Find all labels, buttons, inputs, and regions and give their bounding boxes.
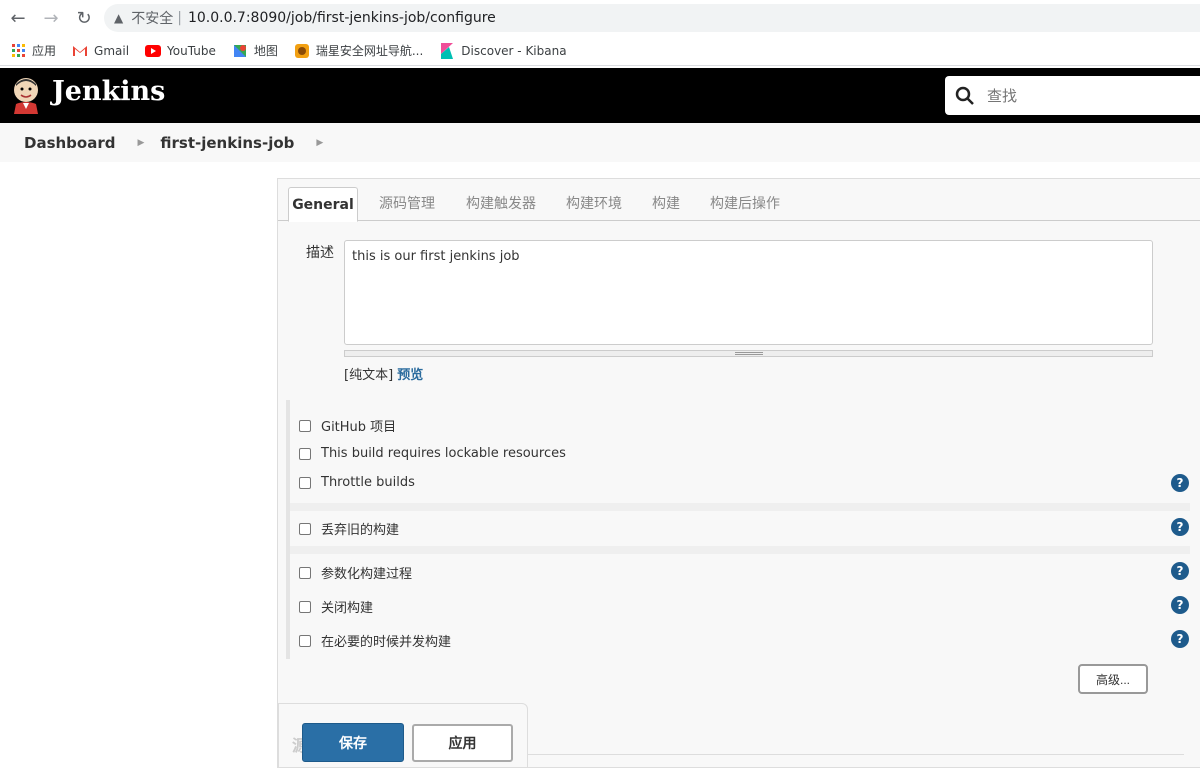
bookmark-label: 瑞星安全网址导航... — [315, 44, 424, 58]
tab-build-environment[interactable]: 构建环境 — [558, 187, 630, 221]
bookmarks-bar: 应用 Gmail YouTube 地图 瑞星安全网址导航... Discover… — [0, 36, 1200, 66]
grip-handle-icon — [735, 352, 763, 355]
description-input[interactable]: this is our first jenkins job — [344, 240, 1153, 345]
checkbox[interactable] — [299, 566, 311, 579]
jenkins-butler-logo-icon[interactable] — [10, 76, 42, 114]
breadcrumb-job[interactable]: first-jenkins-job — [160, 134, 294, 152]
textarea-resize-grip[interactable] — [344, 350, 1153, 357]
bookmark-label: YouTube — [167, 43, 216, 58]
option-parameterized[interactable]: 参数化构建过程 — [299, 563, 412, 582]
checkbox[interactable] — [299, 476, 311, 489]
option-label: 关闭构建 — [321, 601, 374, 616]
help-icon[interactable]: ? — [1171, 474, 1189, 492]
options-section-bar — [286, 400, 290, 659]
checkbox[interactable] — [299, 522, 311, 535]
bookmark-youtube[interactable]: YouTube — [145, 43, 216, 59]
bookmark-label: Discover - Kibana — [461, 43, 567, 58]
bookmark-gmail[interactable]: Gmail — [72, 43, 129, 59]
checkbox[interactable] — [299, 447, 311, 460]
option-lockable-resources[interactable]: This build requires lockable resources — [299, 446, 566, 461]
save-button[interactable]: 保存 — [302, 723, 404, 762]
breadcrumb-arrow-icon[interactable]: ▶ — [137, 138, 144, 148]
help-icon[interactable]: ? — [1171, 562, 1189, 580]
tab-source-code[interactable]: 源码管理 — [370, 187, 444, 221]
breadcrumb-dashboard[interactable]: Dashboard — [24, 134, 115, 152]
url-text: 10.0.0.7:8090/job/first-jenkins-job/conf… — [187, 10, 496, 26]
section-divider — [290, 546, 1190, 554]
forward-icon[interactable]: → — [36, 3, 66, 33]
section-divider — [290, 503, 1190, 511]
text-mode-row: [纯文本] 预览 — [344, 364, 423, 383]
preview-link[interactable]: 预览 — [397, 368, 423, 383]
search-icon — [955, 86, 974, 105]
gmail-icon — [72, 43, 88, 59]
bookmark-maps[interactable]: 地图 — [232, 42, 278, 59]
tab-general[interactable]: General — [288, 187, 358, 222]
option-disable-build[interactable]: 关闭构建 — [299, 597, 373, 616]
tab-build[interactable]: 构建 — [644, 187, 688, 221]
breadcrumb: Dashboard ▶ first-jenkins-job ▶ — [0, 123, 1200, 162]
search-box — [945, 76, 1200, 115]
address-bar[interactable]: ▲ 不安全 | 10.0.0.7:8090/job/first-jenkins-… — [104, 4, 1200, 32]
kibana-icon — [439, 42, 455, 59]
bookmark-label: 应用 — [32, 44, 57, 58]
option-throttle-builds[interactable]: Throttle builds — [299, 475, 415, 490]
checkbox[interactable] — [299, 419, 311, 432]
bookmark-kibana[interactable]: Discover - Kibana — [439, 42, 567, 59]
insecure-label: 不安全 — [131, 11, 174, 27]
help-icon[interactable]: ? — [1171, 518, 1189, 536]
help-icon[interactable]: ? — [1171, 630, 1189, 648]
advanced-button[interactable]: 高级... — [1078, 664, 1148, 694]
bookmark-rising[interactable]: 瑞星安全网址导航... — [294, 42, 423, 59]
browser-toolbar: ← → ↻ ▲ 不安全 | 10.0.0.7:8090/job/first-je… — [0, 0, 1200, 36]
reload-icon[interactable]: ↻ — [69, 3, 99, 33]
option-discard-old-builds[interactable]: 丢弃旧的构建 — [299, 519, 399, 538]
jenkins-title[interactable]: Jenkins — [52, 76, 165, 107]
warning-triangle-icon: ▲ — [114, 11, 124, 25]
checkbox[interactable] — [299, 634, 311, 647]
option-concurrent-builds[interactable]: 在必要的时候并发构建 — [299, 631, 451, 650]
option-label: Throttle builds — [321, 475, 415, 490]
option-label: 在必要的时候并发构建 — [321, 635, 452, 650]
option-label: 参数化构建过程 — [321, 567, 413, 582]
maps-icon — [232, 43, 248, 59]
apps-grid-icon — [10, 43, 26, 59]
config-tabs: General 源码管理 构建触发器 构建环境 构建 构建后操作 — [278, 179, 1200, 222]
option-label: 丢弃旧的构建 — [321, 523, 400, 538]
help-icon[interactable]: ? — [1171, 596, 1189, 614]
option-label: GitHub 项目 — [321, 420, 397, 435]
checkbox[interactable] — [299, 600, 311, 613]
bookmark-label: 地图 — [253, 44, 278, 58]
rising-lion-icon — [294, 43, 310, 59]
bookmark-apps[interactable]: 应用 — [10, 42, 56, 59]
option-label: This build requires lockable resources — [321, 446, 566, 461]
search-input[interactable] — [987, 86, 1187, 105]
tab-post-build[interactable]: 构建后操作 — [702, 187, 788, 221]
option-github-project[interactable]: GitHub 项目 — [299, 416, 396, 435]
bookmark-label: Gmail — [94, 43, 130, 58]
breadcrumb-arrow-icon[interactable]: ▶ — [316, 138, 323, 148]
youtube-icon — [145, 43, 162, 59]
plain-text-label: [纯文本] — [344, 368, 394, 383]
bottom-divider — [528, 754, 1184, 755]
back-icon[interactable]: ← — [3, 3, 33, 33]
tab-build-triggers[interactable]: 构建触发器 — [458, 187, 544, 221]
url-separator: | — [177, 10, 182, 26]
description-label: 描述 — [306, 245, 334, 261]
apply-button[interactable]: 应用 — [412, 724, 513, 762]
